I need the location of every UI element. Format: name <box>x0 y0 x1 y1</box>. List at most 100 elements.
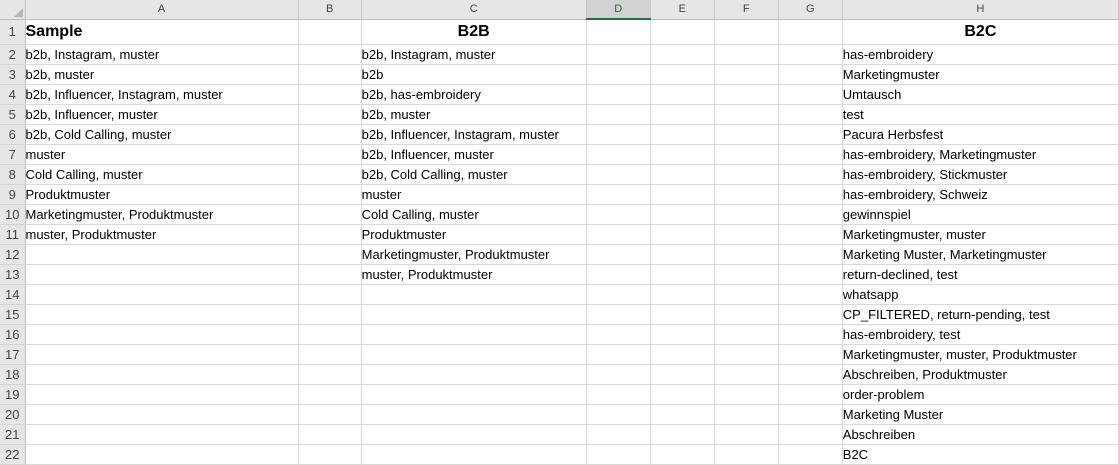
cell-d1[interactable] <box>586 19 651 45</box>
cell-f22[interactable] <box>714 444 779 465</box>
cell-a16[interactable] <box>25 324 299 345</box>
cell-f14[interactable] <box>714 284 779 305</box>
cell-h9[interactable]: has-embroidery, Schweiz <box>842 184 1119 205</box>
cell-b13[interactable] <box>298 264 362 285</box>
cell-g15[interactable] <box>778 304 843 325</box>
cell-g6[interactable] <box>778 124 843 145</box>
cell-a21[interactable] <box>25 424 299 445</box>
cell-h11[interactable]: Marketingmuster, muster <box>842 224 1119 245</box>
cell-c20[interactable] <box>361 404 587 425</box>
cell-a4[interactable]: b2b, Influencer, Instagram, muster <box>25 84 299 105</box>
cell-f6[interactable] <box>714 124 779 145</box>
row-header[interactable]: 12 <box>0 244 26 265</box>
cell-h19[interactable]: order-problem <box>842 384 1119 405</box>
cell-c12[interactable]: Marketingmuster, Produktmuster <box>361 244 587 265</box>
cell-e17[interactable] <box>650 344 715 365</box>
cell-d3[interactable] <box>586 64 651 85</box>
cell-b22[interactable] <box>298 444 362 465</box>
cell-h22[interactable]: B2C <box>842 444 1119 465</box>
cell-h12[interactable]: Marketing Muster, Marketingmuster <box>842 244 1119 265</box>
row-header[interactable]: 17 <box>0 344 26 365</box>
row-header[interactable]: 21 <box>0 424 26 445</box>
cell-c1[interactable]: B2B <box>361 19 587 45</box>
cell-b14[interactable] <box>298 284 362 305</box>
cell-f11[interactable] <box>714 224 779 245</box>
cell-f3[interactable] <box>714 64 779 85</box>
column-header-a[interactable]: A <box>25 0 299 20</box>
cell-b20[interactable] <box>298 404 362 425</box>
cell-c9[interactable]: muster <box>361 184 587 205</box>
cell-g7[interactable] <box>778 144 843 165</box>
row-header[interactable]: 4 <box>0 84 26 105</box>
cell-b7[interactable] <box>298 144 362 165</box>
cell-c15[interactable] <box>361 304 587 325</box>
cell-a11[interactable]: muster, Produktmuster <box>25 224 299 245</box>
row-header[interactable]: 10 <box>0 204 26 225</box>
cell-b10[interactable] <box>298 204 362 225</box>
column-header-g[interactable]: G <box>778 0 843 20</box>
column-header-b[interactable]: B <box>298 0 362 20</box>
cell-e22[interactable] <box>650 444 715 465</box>
cell-f4[interactable] <box>714 84 779 105</box>
cell-h5[interactable]: test <box>842 104 1119 125</box>
cell-f15[interactable] <box>714 304 779 325</box>
cell-e3[interactable] <box>650 64 715 85</box>
cell-c7[interactable]: b2b, Influencer, muster <box>361 144 587 165</box>
cell-e18[interactable] <box>650 364 715 385</box>
cell-g11[interactable] <box>778 224 843 245</box>
cell-g12[interactable] <box>778 244 843 265</box>
cell-h20[interactable]: Marketing Muster <box>842 404 1119 425</box>
cell-g20[interactable] <box>778 404 843 425</box>
cell-a7[interactable]: muster <box>25 144 299 165</box>
row-header[interactable]: 9 <box>0 184 26 205</box>
cell-h1[interactable]: B2C <box>842 19 1119 45</box>
cell-a15[interactable] <box>25 304 299 325</box>
cell-b15[interactable] <box>298 304 362 325</box>
cell-d22[interactable] <box>586 444 651 465</box>
cell-g18[interactable] <box>778 364 843 385</box>
cell-h8[interactable]: has-embroidery, Stickmuster <box>842 164 1119 185</box>
cell-h7[interactable]: has-embroidery, Marketingmuster <box>842 144 1119 165</box>
cell-d12[interactable] <box>586 244 651 265</box>
cell-g4[interactable] <box>778 84 843 105</box>
cell-c13[interactable]: muster, Produktmuster <box>361 264 587 285</box>
select-all-corner[interactable] <box>0 0 26 20</box>
cell-a19[interactable] <box>25 384 299 405</box>
cell-b11[interactable] <box>298 224 362 245</box>
cell-d17[interactable] <box>586 344 651 365</box>
cell-f19[interactable] <box>714 384 779 405</box>
column-header-d[interactable]: D <box>586 0 651 20</box>
cell-c6[interactable]: b2b, Influencer, Instagram, muster <box>361 124 587 145</box>
cell-e6[interactable] <box>650 124 715 145</box>
cell-b3[interactable] <box>298 64 362 85</box>
cell-c11[interactable]: Produktmuster <box>361 224 587 245</box>
cell-h14[interactable]: whatsapp <box>842 284 1119 305</box>
cell-h18[interactable]: Abschreiben, Produktmuster <box>842 364 1119 385</box>
cell-f7[interactable] <box>714 144 779 165</box>
cell-b12[interactable] <box>298 244 362 265</box>
cell-b8[interactable] <box>298 164 362 185</box>
cell-e11[interactable] <box>650 224 715 245</box>
cell-g19[interactable] <box>778 384 843 405</box>
cell-d2[interactable] <box>586 44 651 65</box>
cell-b4[interactable] <box>298 84 362 105</box>
row-header[interactable]: 18 <box>0 364 26 385</box>
cell-a18[interactable] <box>25 364 299 385</box>
cell-c2[interactable]: b2b, Instagram, muster <box>361 44 587 65</box>
cell-a6[interactable]: b2b, Cold Calling, muster <box>25 124 299 145</box>
cell-d13[interactable] <box>586 264 651 285</box>
cell-e12[interactable] <box>650 244 715 265</box>
cell-f10[interactable] <box>714 204 779 225</box>
cell-d8[interactable] <box>586 164 651 185</box>
cell-a9[interactable]: Produktmuster <box>25 184 299 205</box>
cell-c17[interactable] <box>361 344 587 365</box>
cell-g2[interactable] <box>778 44 843 65</box>
cell-a10[interactable]: Marketingmuster, Produktmuster <box>25 204 299 225</box>
cell-g22[interactable] <box>778 444 843 465</box>
cell-f17[interactable] <box>714 344 779 365</box>
row-header[interactable]: 19 <box>0 384 26 405</box>
cell-f12[interactable] <box>714 244 779 265</box>
cell-b9[interactable] <box>298 184 362 205</box>
row-header[interactable]: 22 <box>0 444 26 465</box>
cell-d15[interactable] <box>586 304 651 325</box>
